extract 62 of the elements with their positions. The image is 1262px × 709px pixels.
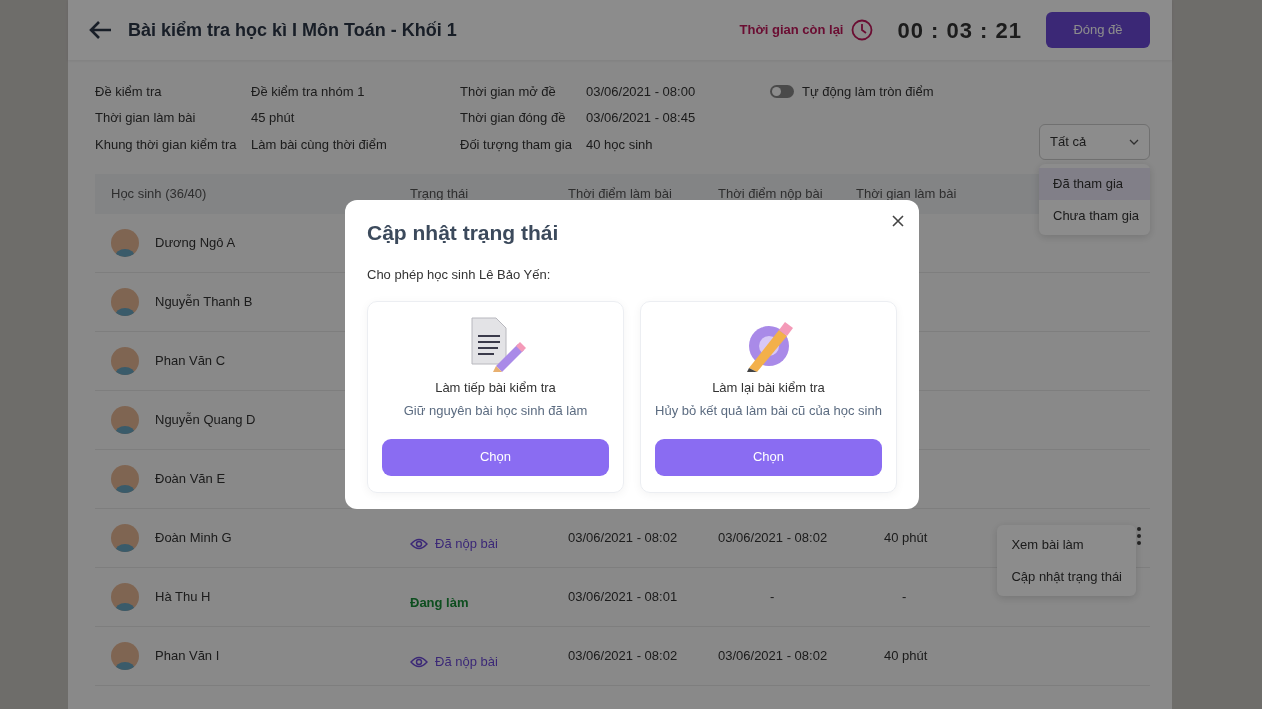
table-cell: 40 phút <box>884 648 928 664</box>
info-label: Khung thời gian kiểm tra <box>95 135 238 154</box>
table-cell: - <box>902 589 907 605</box>
column-header: Thời điểm làm bài <box>568 186 672 202</box>
eye-icon[interactable] <box>410 656 428 668</box>
info-value: 03/06/2021 - 08:45 <box>586 109 696 127</box>
info-label: Thời gian đóng đề <box>460 109 567 127</box>
student-name: Phan Văn C <box>155 352 226 371</box>
toggle-label: Tự động làm tròn điểm <box>802 82 934 101</box>
filter-dropdown[interactable]: Tất cả <box>1039 124 1150 160</box>
table-cell: 03/06/2021 - 08:02 <box>718 648 828 664</box>
student-name: Hà Thu H <box>155 588 211 607</box>
info-value: 45 phút <box>251 109 295 127</box>
student-name: Đoàn Minh G <box>155 529 232 548</box>
table-cell: - <box>770 589 775 605</box>
choose-button[interactable]: Chọn <box>655 438 882 476</box>
student-name: Đoàn Văn E <box>155 470 226 489</box>
info-label: Đề kiểm tra <box>95 82 163 101</box>
dialog-title: Cập nhật trạng thái <box>367 220 560 246</box>
student-name: Phan Văn I <box>155 647 220 666</box>
column-header: Thời gian làm bài <box>856 186 957 202</box>
option-title: Làm tiếp bài kiểm tra <box>434 378 557 397</box>
table-cell: 40 phút <box>884 530 928 546</box>
info-value: 03/06/2021 - 08:00 <box>586 82 696 101</box>
info-label: Thời gian mở đề <box>460 82 557 101</box>
table-cell: 03/06/2021 - 08:02 <box>568 530 678 546</box>
back-arrow-icon[interactable] <box>88 20 112 40</box>
student-name: Nguyễn Quang D <box>155 411 256 430</box>
eye-icon[interactable] <box>410 538 428 550</box>
menu-item[interactable]: Cập nhật trạng thái <box>997 560 1136 592</box>
toggle-switch[interactable] <box>770 84 794 98</box>
status-text: Đã nộp bài <box>435 535 498 554</box>
more-options-icon[interactable] <box>1136 525 1142 546</box>
clock-icon <box>851 19 874 41</box>
student-name: Nguyễn Thanh B <box>155 293 253 312</box>
info-value: 40 học sinh <box>586 135 653 154</box>
countdown-timer: 00 : 03 : 21 <box>897 16 1022 45</box>
table-cell: 03/06/2021 - 08:02 <box>568 648 678 664</box>
page-title: Bài kiểm tra học kì I Môn Toán - Khối 1 <box>128 18 457 42</box>
filter-option[interactable]: Đã tham gia <box>1039 168 1150 200</box>
choose-button[interactable]: Chọn <box>382 438 609 476</box>
info-label: Đối tượng tham gia <box>460 135 573 154</box>
student-name: Dương Ngô A <box>155 234 236 253</box>
option-title: Làm lại bài kiểm tra <box>711 378 826 397</box>
table-cell: 03/06/2021 - 08:02 <box>718 530 828 546</box>
column-header: Trạng thái <box>410 186 469 202</box>
table-cell: 03/06/2021 - 08:01 <box>568 589 678 605</box>
option-description: Hủy bỏ kết quả làm bài cũ của học sinh <box>655 402 882 421</box>
caret-icon <box>1129 139 1139 145</box>
column-header: Thời điểm nộp bài <box>718 186 823 202</box>
info-value: Đề kiểm tra nhóm 1 <box>251 82 365 101</box>
option-description: Giữ nguyên bài học sinh đã làm <box>402 402 589 421</box>
close-test-button[interactable]: Đóng đề <box>1046 12 1150 48</box>
filter-option[interactable]: Chưa tham gia <box>1039 199 1150 231</box>
time-left-label: Thời gian còn lại <box>739 21 844 40</box>
column-header: Học sinh (36/40) <box>111 186 207 202</box>
status-text: Đang làm <box>410 594 469 613</box>
info-value: Làm bài cùng thời điểm <box>251 135 387 154</box>
dialog-prompt: Cho phép học sinh Lê Bảo Yến: <box>367 266 552 285</box>
status-text: Đã nộp bài <box>435 653 498 672</box>
info-label: Thời gian làm bài <box>95 109 197 127</box>
menu-item[interactable]: Xem bài làm <box>997 529 1136 561</box>
